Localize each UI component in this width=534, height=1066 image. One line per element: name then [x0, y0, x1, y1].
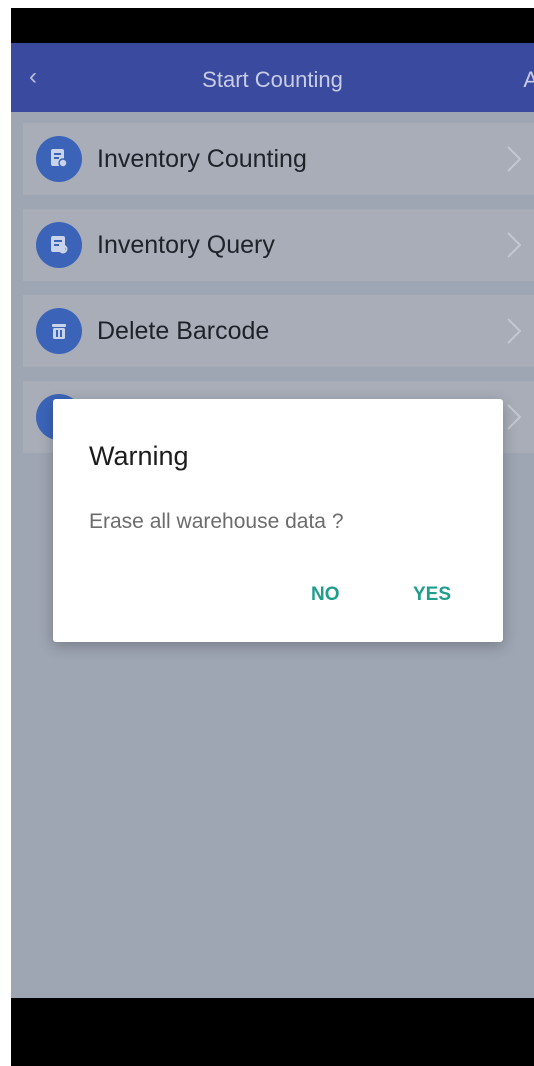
- trash-icon: [36, 308, 82, 354]
- chevron-right-icon: [507, 146, 522, 172]
- menu-item-label: Inventory Query: [97, 230, 275, 259]
- dialog-message: Erase all warehouse data ?: [89, 510, 344, 533]
- menu-item-delete-barcode[interactable]: Delete Barcode: [23, 295, 534, 367]
- inventory-query-icon: [36, 222, 82, 268]
- header-right-button[interactable]: A: [523, 67, 534, 93]
- chevron-right-icon: [507, 232, 522, 258]
- yes-button[interactable]: YES: [413, 584, 451, 606]
- status-bar: [11, 8, 534, 43]
- header-bar: ‹ Start Counting A: [11, 43, 534, 112]
- menu-item-inventory-query[interactable]: Inventory Query: [23, 209, 534, 281]
- page-title: Start Counting: [202, 67, 343, 92]
- inventory-counting-icon: [36, 136, 82, 182]
- menu-item-label: Delete Barcode: [97, 316, 270, 345]
- system-navigation-bar: [11, 998, 534, 1066]
- chevron-right-icon: [507, 318, 522, 344]
- warning-dialog: Warning Erase all warehouse data ? NO YE…: [53, 399, 503, 642]
- chevron-right-icon: [507, 404, 522, 430]
- menu-item-inventory-counting[interactable]: Inventory Counting: [23, 123, 534, 195]
- no-button[interactable]: NO: [311, 584, 340, 606]
- menu-item-label: Inventory Counting: [97, 144, 307, 173]
- dialog-title: Warning: [89, 441, 189, 471]
